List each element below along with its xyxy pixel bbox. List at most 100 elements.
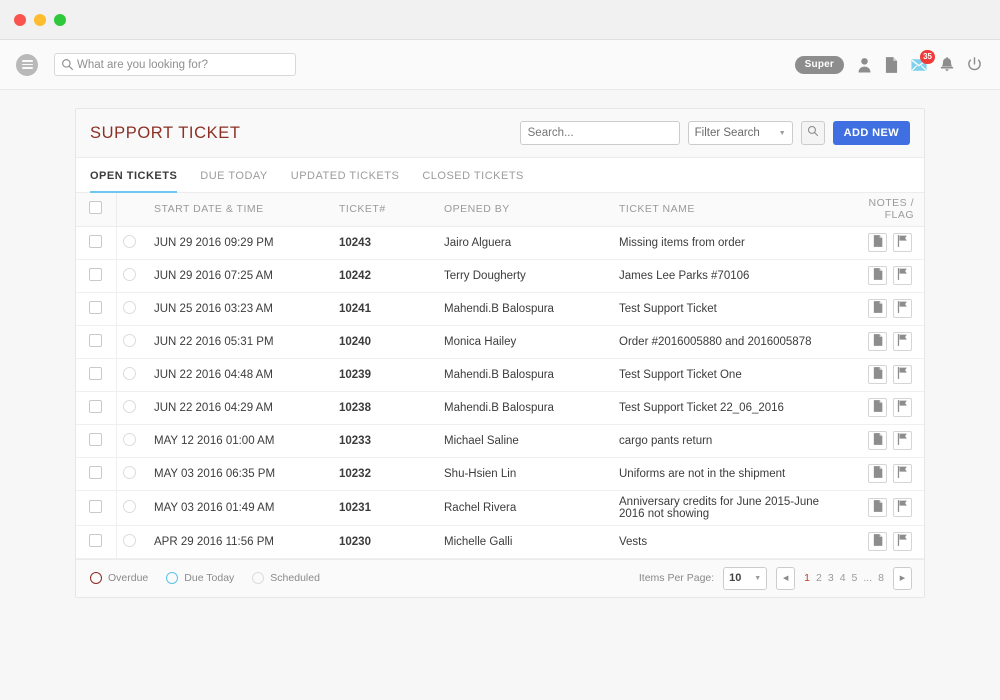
table-row[interactable]: MAY 03 2016 06:35 PM10232Shu-Hsien LinUn… [76, 457, 924, 490]
row-opened-by: Monica Hailey [438, 325, 613, 358]
mail-icon[interactable]: 35 [911, 58, 927, 72]
tab-updated-tickets[interactable]: UPDATED TICKETS [291, 170, 400, 193]
filter-search-select[interactable]: Filter Search ▼ [688, 121, 793, 145]
row-checkbox[interactable] [89, 334, 102, 347]
document-icon[interactable] [885, 57, 898, 73]
flag-button[interactable] [893, 532, 912, 551]
search-input[interactable] [520, 121, 680, 145]
search-submit-button[interactable] [801, 121, 825, 145]
table-row[interactable]: MAY 12 2016 01:00 AM10233Michael Salinec… [76, 424, 924, 457]
table-row[interactable]: JUN 25 2016 03:23 AM10241Mahendi.B Balos… [76, 292, 924, 325]
notes-button[interactable] [868, 299, 887, 318]
page-number-8[interactable]: 8 [878, 572, 884, 584]
row-ticket-number: 10242 [333, 259, 438, 292]
table-row[interactable]: JUN 29 2016 09:29 PM10243Jairo AlgueraMi… [76, 226, 924, 259]
search-icon [61, 58, 74, 76]
row-checkbox[interactable] [89, 500, 102, 513]
notes-button[interactable] [868, 532, 887, 551]
flag-button[interactable] [893, 299, 912, 318]
row-actions-cell [844, 226, 924, 259]
table-row[interactable]: JUN 22 2016 04:29 AM10238Mahendi.B Balos… [76, 391, 924, 424]
prev-page-button[interactable]: ◀ [776, 567, 795, 590]
notes-button[interactable] [868, 266, 887, 285]
row-opened-by: Terry Dougherty [438, 259, 613, 292]
row-checkbox[interactable] [89, 433, 102, 446]
power-icon[interactable] [967, 57, 982, 72]
table-row[interactable]: MAY 03 2016 01:49 AM10231Rachel RiveraAn… [76, 490, 924, 525]
flag-icon [897, 334, 908, 349]
top-navigation-bar: What are you looking for? Super 35 [0, 40, 1000, 90]
tickets-table: START DATE & TIME TICKET# OPENED BY TICK… [76, 193, 924, 559]
next-page-button[interactable]: ▶ [893, 567, 912, 590]
add-new-button[interactable]: ADD NEW [833, 121, 910, 145]
page-number-3[interactable]: 3 [828, 572, 834, 584]
chevron-right-icon: ▶ [900, 574, 905, 582]
row-ticket-name: cargo pants return [613, 424, 844, 457]
table-row[interactable]: JUN 22 2016 04:48 AM10239Mahendi.B Balos… [76, 358, 924, 391]
row-select-cell [76, 358, 116, 391]
header-start-date: START DATE & TIME [148, 193, 333, 226]
card-header: SUPPORT TICKET Filter Search ▼ ADD NEW [76, 109, 924, 158]
page-title: SUPPORT TICKET [90, 124, 241, 143]
page-number-5[interactable]: 5 [852, 572, 858, 584]
flag-button[interactable] [893, 431, 912, 450]
tab-open-tickets[interactable]: OPEN TICKETS [90, 170, 177, 193]
items-per-page-select[interactable]: 10 ▼ [723, 567, 767, 590]
tab-closed-tickets[interactable]: CLOSED TICKETS [422, 170, 524, 193]
row-ticket-number: 10240 [333, 325, 438, 358]
document-icon [873, 334, 883, 349]
row-ticket-name: Test Support Ticket 22_06_2016 [613, 391, 844, 424]
notes-button[interactable] [868, 398, 887, 417]
notes-button[interactable] [868, 464, 887, 483]
global-search-box[interactable]: What are you looking for? [54, 53, 296, 76]
page-number-4[interactable]: 4 [840, 572, 846, 584]
flag-button[interactable] [893, 365, 912, 384]
row-start-date: MAY 12 2016 01:00 AM [148, 424, 333, 457]
notes-button[interactable] [868, 233, 887, 252]
row-checkbox[interactable] [89, 466, 102, 479]
row-status-icon [123, 268, 136, 281]
flag-button[interactable] [893, 332, 912, 351]
select-all-checkbox[interactable] [89, 201, 102, 214]
notes-button[interactable] [868, 498, 887, 517]
row-actions-cell [844, 490, 924, 525]
page-number-2[interactable]: 2 [816, 572, 822, 584]
bell-icon[interactable] [940, 57, 954, 73]
table-footer: Overdue Due Today Scheduled Items Per Pa… [76, 559, 924, 597]
table-row[interactable]: APR 29 2016 11:56 PM10230Michelle GalliV… [76, 525, 924, 558]
notes-button[interactable] [868, 365, 887, 384]
row-checkbox[interactable] [89, 367, 102, 380]
flag-button[interactable] [893, 398, 912, 417]
top-bar-actions: Super 35 [795, 56, 982, 74]
table-row[interactable]: JUN 29 2016 07:25 AM10242Terry Dougherty… [76, 259, 924, 292]
row-checkbox[interactable] [89, 534, 102, 547]
row-status-cell [116, 325, 148, 358]
flag-button[interactable] [893, 266, 912, 285]
window-close-dot[interactable] [14, 14, 26, 26]
row-ticket-name: Vests [613, 525, 844, 558]
page-ellipsis: ... [863, 572, 872, 584]
flag-icon [897, 433, 908, 448]
notes-button[interactable] [868, 431, 887, 450]
row-checkbox[interactable] [89, 268, 102, 281]
flag-button[interactable] [893, 498, 912, 517]
row-ticket-name: Uniforms are not in the shipment [613, 457, 844, 490]
flag-button[interactable] [893, 464, 912, 483]
table-row[interactable]: JUN 22 2016 05:31 PM10240Monica HaileyOr… [76, 325, 924, 358]
page-number-1[interactable]: 1 [804, 572, 810, 584]
row-checkbox[interactable] [89, 235, 102, 248]
flag-button[interactable] [893, 233, 912, 252]
notes-button[interactable] [868, 332, 887, 351]
row-status-icon [123, 400, 136, 413]
tab-due-today[interactable]: DUE TODAY [200, 170, 267, 193]
row-checkbox[interactable] [89, 301, 102, 314]
row-checkbox[interactable] [89, 400, 102, 413]
row-ticket-name: Test Support Ticket [613, 292, 844, 325]
flag-icon [897, 400, 908, 415]
window-minimize-dot[interactable] [34, 14, 46, 26]
hamburger-menu-icon[interactable] [16, 54, 38, 76]
window-maximize-dot[interactable] [54, 14, 66, 26]
table-header-row: START DATE & TIME TICKET# OPENED BY TICK… [76, 193, 924, 226]
row-ticket-number: 10239 [333, 358, 438, 391]
user-icon[interactable] [857, 57, 872, 73]
